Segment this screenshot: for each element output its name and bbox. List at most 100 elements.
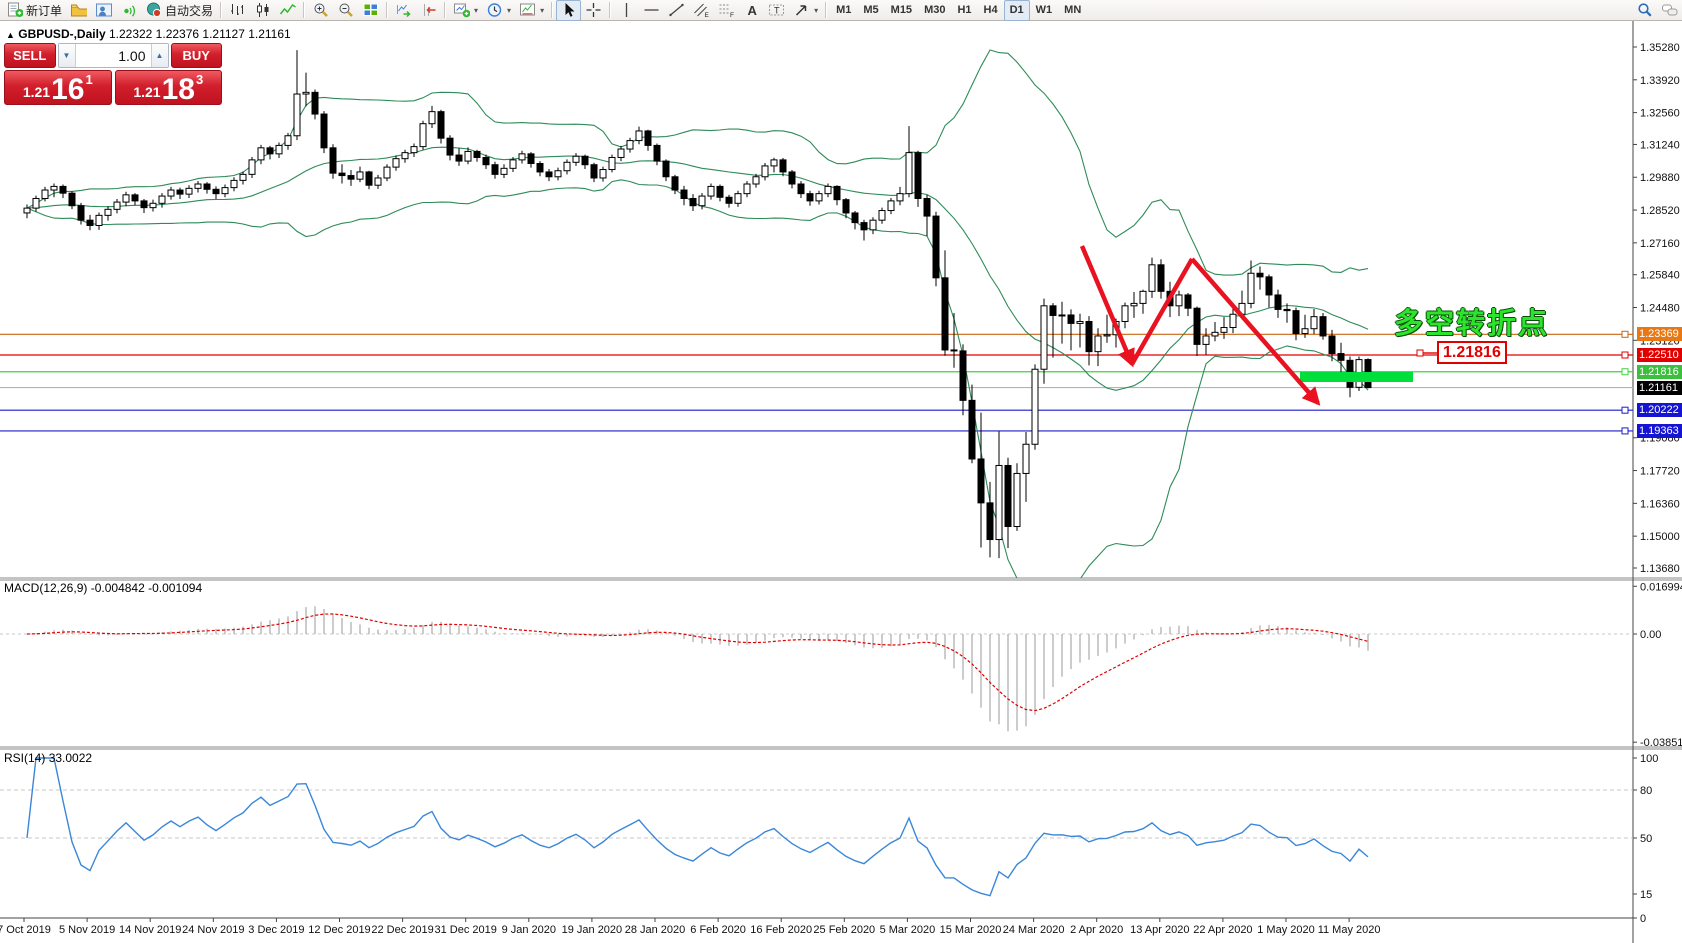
toolbar-button-label: H4 xyxy=(984,4,998,16)
toolbar-button-channel[interactable]: E xyxy=(689,0,714,21)
toolbar-separator xyxy=(551,2,553,18)
price-chart[interactable]: 1.352801.339201.325601.312401.298801.285… xyxy=(0,21,1682,943)
toolbar-button-fibo[interactable]: F xyxy=(714,0,739,21)
zoom-in-icon xyxy=(312,2,329,18)
toolbar-button-label: MN xyxy=(1064,4,1081,16)
price-level-badge: 1.19363 xyxy=(1637,424,1682,438)
toolbar-button-candles-chart[interactable] xyxy=(250,0,275,21)
mt4-window: 新订单 自动交易 ▾ ▾ ▾ EFA T ▾ M1M5M15M30H1 H4 D1 W1 MN 1.35… xyxy=(0,0,1682,943)
svg-text:22 Apr 2020: 22 Apr 2020 xyxy=(1193,924,1252,936)
toolbar-button-line-chart[interactable] xyxy=(275,0,300,21)
toolbar-button-text-a[interactable]: A xyxy=(739,0,764,21)
svg-text:12 Dec 2019: 12 Dec 2019 xyxy=(308,924,370,936)
toolbar-button-profiles[interactable] xyxy=(66,0,91,21)
price-tag-annotation[interactable]: 1.21816 xyxy=(1437,341,1507,364)
buy-price-pip: 3 xyxy=(196,73,203,86)
turning-point-annotation[interactable]: 多空转折点 xyxy=(1394,300,1549,342)
volume-increase-button[interactable]: ▲ xyxy=(151,44,168,67)
dropdown-arrow-icon[interactable]: ▾ xyxy=(814,6,818,15)
dropdown-arrow-icon[interactable]: ▾ xyxy=(474,6,478,15)
svg-text:80: 80 xyxy=(1640,785,1652,797)
svg-text:1.17720: 1.17720 xyxy=(1640,466,1680,478)
signals-icon xyxy=(120,2,137,18)
toolbar-button-trendline[interactable] xyxy=(664,0,689,21)
timeframe-button-w1[interactable]: W1 xyxy=(1030,0,1059,21)
sell-button[interactable]: SELL xyxy=(4,43,56,68)
svg-text:1.24480: 1.24480 xyxy=(1640,302,1680,314)
toolbar-button-chat[interactable] xyxy=(1657,0,1682,21)
toolbar-button-zoom-in[interactable] xyxy=(308,0,333,21)
timeframe-button-h1[interactable]: H1 xyxy=(951,0,977,21)
timeframe-button-m15[interactable]: M15 xyxy=(885,0,918,21)
volume-decrease-button[interactable]: ▼ xyxy=(59,44,76,67)
svg-text:50: 50 xyxy=(1640,833,1652,845)
timeframe-button-h4[interactable]: H4 xyxy=(978,0,1004,21)
svg-text:5 Mar 2020: 5 Mar 2020 xyxy=(880,924,936,936)
ohlc-values: 1.22322 1.22376 1.21127 1.21161 xyxy=(109,27,291,41)
rsi-label: RSI(14) 33.0022 xyxy=(4,751,92,765)
svg-text:15: 15 xyxy=(1640,889,1652,901)
text-a-icon: A xyxy=(743,2,760,18)
new-order-icon xyxy=(6,2,23,18)
svg-text:0.00: 0.00 xyxy=(1640,629,1661,641)
sell-price-digits: 16 xyxy=(51,77,84,103)
toolbar-separator xyxy=(220,2,222,18)
dropdown-arrow-icon[interactable]: ▾ xyxy=(507,6,511,15)
symbol-period-label: GBPUSD-,Daily xyxy=(18,27,105,41)
toolbar-button-label: 新订单 xyxy=(26,2,62,19)
toolbar-button-label: W1 xyxy=(1036,4,1053,16)
periods-icon xyxy=(486,2,503,18)
price-level-badge: 1.20222 xyxy=(1637,403,1682,417)
buy-price-panel[interactable]: 1.21 18 3 xyxy=(115,70,223,105)
svg-text:1.35280: 1.35280 xyxy=(1640,42,1680,54)
timeframe-button-m5[interactable]: M5 xyxy=(857,0,884,21)
timeframe-button-d1[interactable]: D1 xyxy=(1004,0,1030,21)
svg-text:25 Feb 2020: 25 Feb 2020 xyxy=(813,924,875,936)
toolbar-button-crosshair[interactable] xyxy=(581,0,606,21)
macd-main-value: -0.004842 xyxy=(91,581,145,595)
toolbar-button-chart-shift[interactable] xyxy=(416,0,441,21)
toolbar-button-auto-trading[interactable]: 自动交易 xyxy=(141,0,217,21)
svg-text:1.13680: 1.13680 xyxy=(1640,563,1680,575)
svg-text:1.32560: 1.32560 xyxy=(1640,108,1680,120)
one-click-trading-widget: SELL ▼ ▲ BUY 1.21 16 1 1.21 18 3 xyxy=(4,43,222,105)
templates-icon xyxy=(519,2,536,18)
toolbar-separator xyxy=(303,2,305,18)
toolbar-button-market-watch[interactable] xyxy=(91,0,116,21)
volume-input[interactable] xyxy=(76,44,151,67)
channel-icon: E xyxy=(693,2,710,18)
buy-button[interactable]: BUY xyxy=(171,43,223,68)
toolbar-button-text-label[interactable]: T xyxy=(764,0,789,21)
toolbar-button-signals[interactable] xyxy=(116,0,141,21)
toolbar-button-bars-chart[interactable] xyxy=(225,0,250,21)
toolbar-button-hline[interactable] xyxy=(639,0,664,21)
toolbar-button-new-order[interactable]: 新订单 xyxy=(2,0,66,21)
toolbar-button-shapes[interactable]: ▾ xyxy=(789,0,822,21)
toolbar-button-new-chart[interactable]: ▾ xyxy=(449,0,482,21)
toolbar-separator xyxy=(825,2,827,18)
toolbar-button-templates[interactable]: ▾ xyxy=(515,0,548,21)
tile-windows-icon xyxy=(362,2,379,18)
toolbar-button-search[interactable] xyxy=(1632,0,1657,21)
sell-price-panel[interactable]: 1.21 16 1 xyxy=(4,70,112,105)
vline-icon xyxy=(618,2,635,18)
svg-text:22 Dec 2019: 22 Dec 2019 xyxy=(371,924,433,936)
svg-text:13 Apr 2020: 13 Apr 2020 xyxy=(1130,924,1189,936)
toolbar-button-cursor[interactable] xyxy=(556,0,581,21)
candles-chart-icon xyxy=(254,2,271,18)
toolbar-button-periods[interactable]: ▾ xyxy=(482,0,515,21)
svg-text:31 Dec 2019: 31 Dec 2019 xyxy=(435,924,497,936)
toolbar-button-zoom-out[interactable] xyxy=(333,0,358,21)
toolbar-button-auto-scroll[interactable] xyxy=(391,0,416,21)
timeframe-button-m30[interactable]: M30 xyxy=(918,0,951,21)
collapse-widget-arrow[interactable]: ▲ xyxy=(6,30,15,40)
toolbar-separator xyxy=(609,2,611,18)
timeframe-button-mn[interactable]: MN xyxy=(1058,0,1087,21)
toolbar-button-tile-windows[interactable] xyxy=(358,0,383,21)
buy-price-prefix: 1.21 xyxy=(133,85,160,99)
dropdown-arrow-icon[interactable]: ▾ xyxy=(540,6,544,15)
svg-text:T: T xyxy=(774,6,780,16)
chart-shift-icon xyxy=(420,2,437,18)
toolbar-button-vline[interactable] xyxy=(614,0,639,21)
timeframe-button-m1[interactable]: M1 xyxy=(830,0,857,21)
